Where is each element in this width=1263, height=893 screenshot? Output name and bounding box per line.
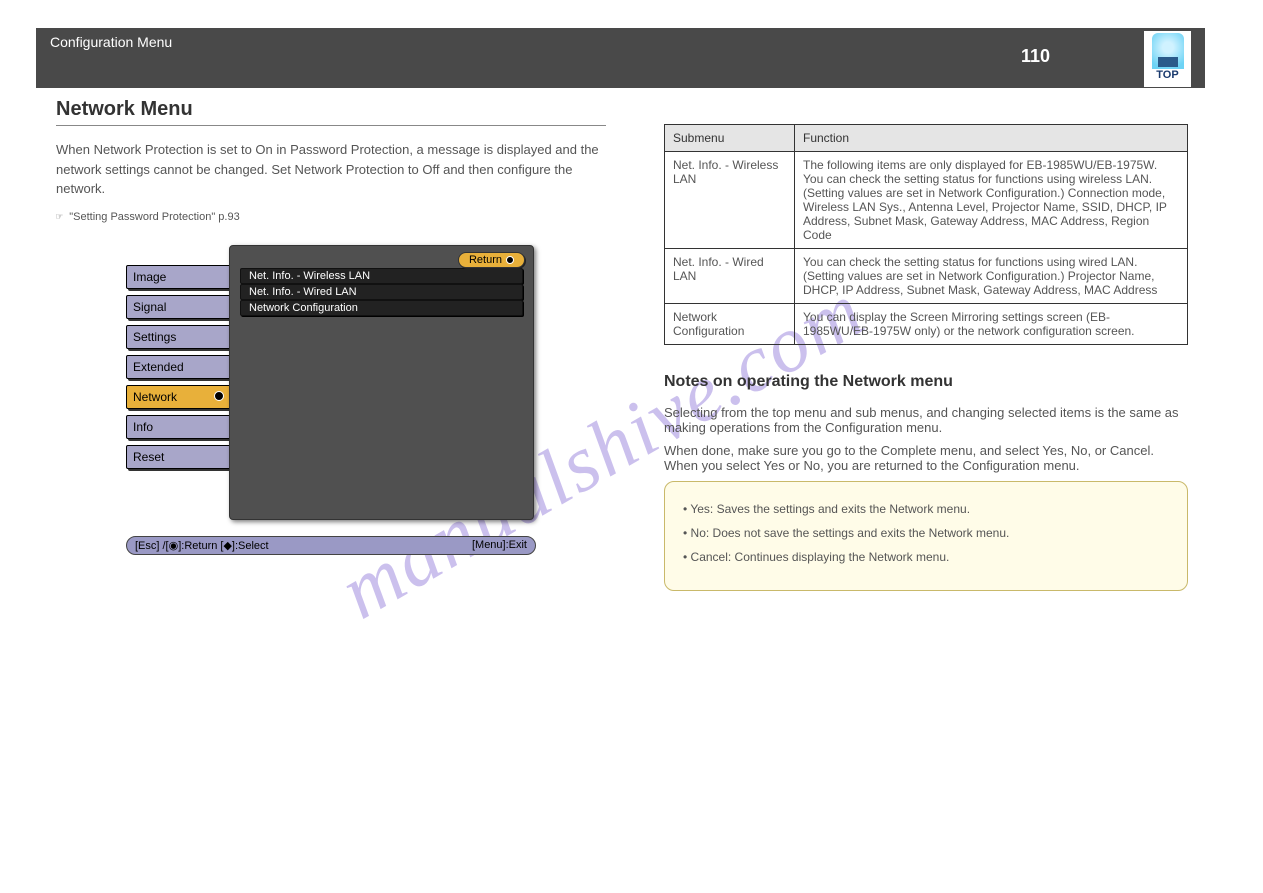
- note-box: • Yes: Saves the settings and exits the …: [664, 481, 1188, 591]
- return-dot-icon: [506, 256, 514, 264]
- notes-title: Notes on operating the Network menu: [664, 373, 1188, 391]
- intro-paragraph: When Network Protection is set to On in …: [56, 140, 606, 199]
- menu-tab-network: Network: [126, 385, 231, 409]
- cell-submenu: Network Configuration: [665, 304, 795, 345]
- note-bullet: • Cancel: Continues displaying the Netwo…: [683, 548, 1169, 566]
- select-dot-icon: [214, 391, 224, 401]
- home-top-icon: [1152, 33, 1184, 69]
- osd-footer-bar: [Esc] /[◉]:Return [◆]:Select [Menu]:Exit: [126, 536, 536, 555]
- menu-tab-settings: Settings: [126, 325, 231, 349]
- header-title: Configuration Menu: [50, 34, 172, 50]
- header-bar: Configuration Menu 110 TOP: [36, 28, 1205, 88]
- panel-item: Net. Info. - Wireless LAN: [240, 268, 523, 284]
- return-button: Return: [458, 252, 525, 268]
- cell-function: You can display the Screen Mirroring set…: [795, 304, 1188, 345]
- cross-reference-link[interactable]: ☞ "Setting Password Protection" p.93: [56, 209, 606, 226]
- menu-tab-extended: Extended: [126, 355, 231, 379]
- notes-subtitle-2: When done, make sure you go to the Compl…: [664, 443, 1188, 473]
- cell-submenu: Net. Info. - Wired LAN: [665, 249, 795, 304]
- top-badge-button[interactable]: TOP: [1144, 31, 1191, 87]
- menu-tab-image: Image: [126, 265, 231, 289]
- left-column: Network Menu When Network Protection is …: [56, 98, 606, 555]
- table-header-function: Function: [795, 125, 1188, 152]
- top-label: TOP: [1144, 69, 1191, 81]
- page-number: 110: [1021, 46, 1050, 67]
- osd-screenshot: Image Signal Settings Extended Network I…: [126, 245, 536, 555]
- table-row: Net. Info. - Wired LAN You can check the…: [665, 249, 1188, 304]
- menu-tabs: Image Signal Settings Extended Network I…: [126, 265, 231, 475]
- note-bullet: • Yes: Saves the settings and exits the …: [683, 500, 1169, 518]
- panel-item: Network Configuration: [240, 300, 523, 316]
- menu-tab-signal: Signal: [126, 295, 231, 319]
- panel-item: Net. Info. - Wired LAN: [240, 284, 523, 300]
- notes-subtitle: Selecting from the top menu and sub menu…: [664, 405, 1188, 435]
- table-header-submenu: Submenu: [665, 125, 795, 152]
- title-underline: [56, 125, 606, 126]
- menu-tab-reset: Reset: [126, 445, 231, 469]
- table-header-row: Submenu Function: [665, 125, 1188, 152]
- menu-panel: Return Net. Info. - Wireless LAN Net. In…: [229, 245, 534, 520]
- table-row: Net. Info. - Wireless LAN The following …: [665, 152, 1188, 249]
- cell-function: You can check the setting status for fun…: [795, 249, 1188, 304]
- section-title: Network Menu: [56, 98, 606, 121]
- cell-submenu: Net. Info. - Wireless LAN: [665, 152, 795, 249]
- footer-left-text: [Esc] /[◉]:Return [◆]:Select: [135, 539, 269, 552]
- right-column: Submenu Function Net. Info. - Wireless L…: [664, 124, 1188, 591]
- footer-right-text: [Menu]:Exit: [472, 539, 527, 552]
- note-bullet: • No: Does not save the settings and exi…: [683, 524, 1169, 542]
- menu-tab-info: Info: [126, 415, 231, 439]
- panel-items: Net. Info. - Wireless LAN Net. Info. - W…: [240, 268, 523, 316]
- table-row: Network Configuration You can display th…: [665, 304, 1188, 345]
- cell-function: The following items are only displayed f…: [795, 152, 1188, 249]
- info-table: Submenu Function Net. Info. - Wireless L…: [664, 124, 1188, 345]
